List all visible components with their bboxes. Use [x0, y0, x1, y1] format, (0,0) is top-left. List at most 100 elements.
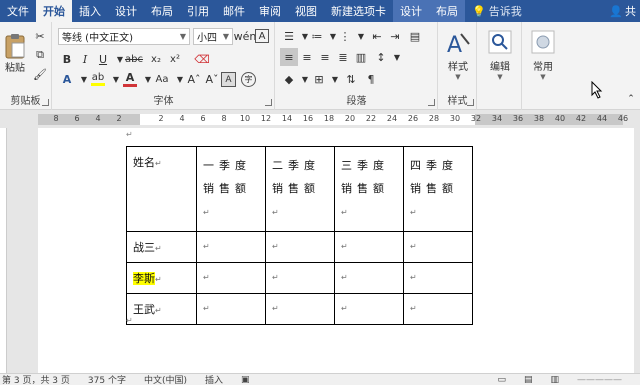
increase-indent-icon[interactable]: ⇥ — [386, 27, 404, 45]
styles-launcher-icon[interactable] — [467, 99, 474, 106]
share-button[interactable]: 👤 共 — [602, 0, 640, 22]
table-cell[interactable]: ↵ — [334, 293, 404, 325]
table-cell[interactable]: ↵ — [334, 231, 404, 263]
font-name-combo[interactable]: 等线 (中文正文) ▼ — [58, 28, 190, 45]
paste-button[interactable]: 粘贴 — [2, 28, 28, 78]
format-painter-icon[interactable]: 🖌 — [31, 65, 49, 83]
clipboard-group: 粘贴 ✂ ⧉ 🖌 剪贴板 — [0, 22, 52, 110]
highlight-color-swatch — [91, 83, 105, 86]
chevron-down-icon[interactable]: ▼ — [388, 48, 406, 66]
italic-button[interactable]: I — [76, 50, 94, 68]
distributed-icon[interactable]: ▥ — [352, 48, 370, 66]
tab-file[interactable]: 文件 — [0, 0, 36, 22]
collapse-ribbon-icon[interactable]: ⌃ — [622, 90, 640, 108]
editing-group: 编辑 ▼ — [478, 22, 522, 110]
table-cell[interactable]: ↵ — [403, 293, 473, 325]
clipboard-launcher-icon[interactable] — [42, 99, 49, 106]
character-border-icon[interactable]: A — [255, 29, 269, 43]
table-cell[interactable]: ↵ — [334, 262, 404, 294]
strikethrough-button[interactable]: abc — [125, 50, 143, 68]
print-layout-icon[interactable]: ▤ — [524, 375, 533, 385]
tab-table-design[interactable]: 设计 — [393, 0, 429, 22]
subscript-button[interactable]: x₂ — [147, 50, 165, 68]
tab-insert[interactable]: 插入 — [72, 0, 108, 22]
font-color-button[interactable]: A — [121, 70, 139, 88]
zoom-slider[interactable]: ————— — [577, 375, 622, 385]
table-cell[interactable]: ↵ — [265, 231, 335, 263]
status-insert-mode[interactable]: 插入 — [205, 373, 223, 385]
tab-mailings[interactable]: 邮件 — [216, 0, 252, 22]
justify-icon[interactable]: ≣ — [334, 48, 352, 66]
tab-table-layout[interactable]: 布局 — [429, 0, 465, 22]
align-left-icon[interactable]: ≡ — [280, 48, 298, 66]
cell-end-mark: ↵ — [203, 304, 210, 313]
status-word-count[interactable]: 375 个字 — [88, 373, 126, 385]
bold-button[interactable]: B — [58, 50, 76, 68]
table-header-cell[interactable]: 二季度销售额 ↵ — [265, 146, 335, 232]
enclose-characters-icon[interactable]: 字 — [241, 72, 256, 87]
grow-font-icon[interactable]: Aˆ — [185, 70, 203, 88]
table-header-cell[interactable]: 一季度销售额 ↵ — [196, 146, 266, 232]
highlight-color-button[interactable]: ab — [89, 70, 107, 88]
tab-new-tab[interactable]: 新建选项卡 — [324, 0, 393, 22]
document-page[interactable]: ↵ 姓名↵ 一季度销售额↵ 二季度销售额↵ 三季度销售额↵ 四季度销售额↵ 战三… — [38, 128, 634, 373]
table-cell[interactable]: ↵ — [196, 231, 266, 263]
horizontal-ruler[interactable]: 8 6 4 2 2 4 6 8 10 12 14 16 18 20 22 24 26 28 30 32 34 36 38 40… — [0, 111, 640, 128]
table-cell[interactable]: ↵ — [265, 293, 335, 325]
character-shading-box-icon[interactable]: A — [221, 72, 236, 87]
read-mode-icon[interactable]: ▭ — [497, 375, 506, 385]
common-button[interactable]: 常用 ▼ — [525, 28, 561, 82]
styles-button[interactable]: A 样式 ▼ — [441, 28, 475, 82]
font-group-label: 字体 — [153, 96, 174, 107]
align-right-icon[interactable]: ≡ — [316, 48, 334, 66]
align-center-icon[interactable]: ≡ — [298, 48, 316, 66]
asian-layout-icon[interactable]: ▤ — [406, 27, 424, 45]
status-page[interactable]: 第 3 页，共 3 页 — [2, 373, 70, 385]
macro-record-icon[interactable]: ▣ — [241, 375, 250, 385]
character-shading-icon[interactable]: Aa — [153, 70, 171, 88]
table-header-cell[interactable]: 四季度销售额 ↵ — [403, 146, 473, 232]
tab-references[interactable]: 引用 — [180, 0, 216, 22]
shrink-font-icon[interactable]: Aˇ — [203, 70, 221, 88]
superscript-button[interactable]: x² — [166, 50, 184, 68]
font-size-combo[interactable]: 小四 ▼ — [193, 28, 233, 45]
sort-icon[interactable]: ⇅ — [342, 70, 360, 88]
table-cell[interactable]: ↵ — [196, 293, 266, 325]
paragraph-mark: ↵ — [126, 130, 133, 139]
table-cell[interactable]: ↵ — [403, 231, 473, 263]
table-cell[interactable]: ↵ — [265, 262, 335, 294]
change-case-icon[interactable]: wén — [234, 27, 257, 45]
vertical-ruler[interactable] — [0, 128, 7, 373]
tab-design[interactable]: 设计 — [108, 0, 144, 22]
show-marks-icon[interactable]: ¶ — [362, 70, 380, 88]
table-cell[interactable]: 战三↵ — [126, 231, 197, 263]
copy-icon[interactable]: ⧉ — [31, 46, 49, 64]
underline-button[interactable]: U — [94, 50, 112, 68]
cut-icon[interactable]: ✂ — [31, 27, 49, 45]
cell-end-mark: ↵ — [203, 273, 210, 282]
clear-format-icon[interactable]: ⌫ — [193, 50, 211, 68]
table-header-cell[interactable]: 姓名↵ — [126, 146, 197, 232]
status-language[interactable]: 中文(中国) — [144, 373, 187, 385]
status-bar: 第 3 页，共 3 页 375 个字 中文(中国) 插入 ▣ ▭ ▤ ▥ ———… — [0, 373, 640, 385]
font-group: 等线 (中文正文) ▼ 小四 ▼ wén A B I U ▼ abc x₂ x²… — [53, 22, 275, 110]
decrease-indent-icon[interactable]: ⇤ — [368, 27, 386, 45]
tab-view[interactable]: 视图 — [288, 0, 324, 22]
text-effects-icon[interactable]: A — [58, 70, 76, 88]
document-table[interactable]: 姓名↵ 一季度销售额↵ 二季度销售额↵ 三季度销售额↵ 四季度销售额↵ 战三↵ … — [126, 146, 473, 325]
table-cell[interactable]: ↵ — [403, 262, 473, 294]
common-group: 常用 ▼ — [523, 22, 563, 110]
table-cell[interactable]: 李斯↵ — [126, 262, 197, 294]
tab-review[interactable]: 审阅 — [252, 0, 288, 22]
tell-me-box[interactable]: 💡 告诉我 — [465, 0, 529, 22]
tab-layout[interactable]: 布局 — [144, 0, 180, 22]
paragraph-launcher-icon[interactable] — [428, 99, 435, 106]
editing-button[interactable]: 编辑 ▼ — [482, 28, 518, 82]
table-header-cell[interactable]: 三季度销售额 ↵ — [334, 146, 404, 232]
tab-home[interactable]: 开始 — [36, 0, 72, 22]
cell-end-mark: ↵ — [155, 244, 162, 253]
font-launcher-icon[interactable] — [265, 99, 272, 106]
web-layout-icon[interactable]: ▥ — [550, 375, 559, 385]
table-cell[interactable]: 王武↵ — [126, 293, 197, 325]
table-cell[interactable]: ↵ — [196, 262, 266, 294]
